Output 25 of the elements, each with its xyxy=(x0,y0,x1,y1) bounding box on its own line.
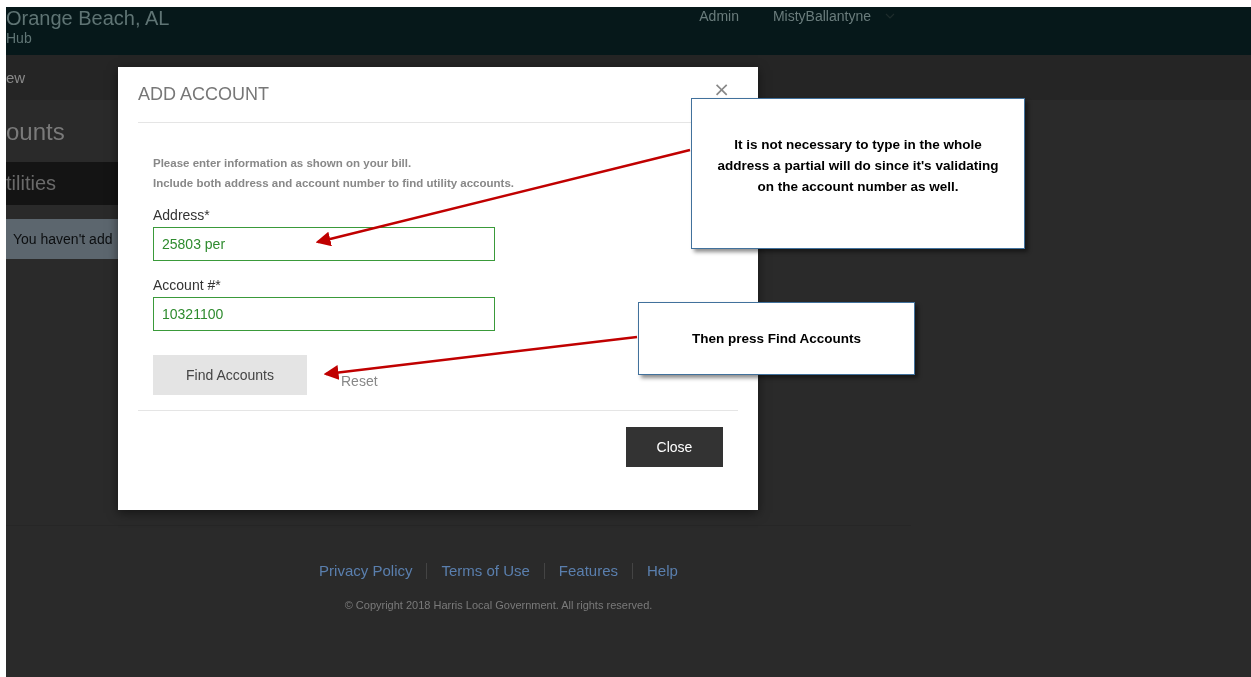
header-nav-link[interactable]: MistyBallantyne xyxy=(772,8,871,24)
copyright-text: © Copyright 2018 Harris Local Government. All rights reserved. xyxy=(343,599,653,611)
callout-text: Then press Find Accounts xyxy=(692,330,861,348)
page-heading: ounts xyxy=(6,118,65,146)
footer-link[interactable]: Help xyxy=(647,562,678,579)
chevron-down-icon[interactable] xyxy=(885,13,895,19)
dialog-title: ADD ACCOUNT xyxy=(138,84,269,105)
reset-link[interactable]: Reset xyxy=(341,373,378,389)
field-label: Address* xyxy=(153,207,211,223)
find-accounts-button[interactable]: Find Accounts xyxy=(153,355,307,395)
site-title: Orange Beach, AL xyxy=(6,7,170,29)
empty-message: You haven't add xyxy=(13,231,113,247)
footer-link[interactable]: Features xyxy=(558,562,619,579)
footer-link[interactable]: Terms of Use xyxy=(441,562,530,579)
callout-text: It is not necessary to type in the whole address a partial will do since it's validating on the account number as well. xyxy=(716,136,1000,196)
section-title: tilities xyxy=(6,172,56,195)
input-field[interactable]: 10321100 xyxy=(153,297,495,331)
field-label: Account #* xyxy=(153,277,222,293)
close-button[interactable]: Close xyxy=(626,427,723,467)
footer-link[interactable]: Privacy Policy xyxy=(319,562,413,579)
site-subtitle: Hub xyxy=(6,29,32,47)
header-nav-link[interactable]: Admin xyxy=(699,8,739,24)
input-field[interactable]: 25803 per xyxy=(153,227,495,261)
subnav-link[interactable]: ew xyxy=(6,69,26,86)
instruction-text: Include both address and account number to find utility accounts. xyxy=(153,176,515,191)
